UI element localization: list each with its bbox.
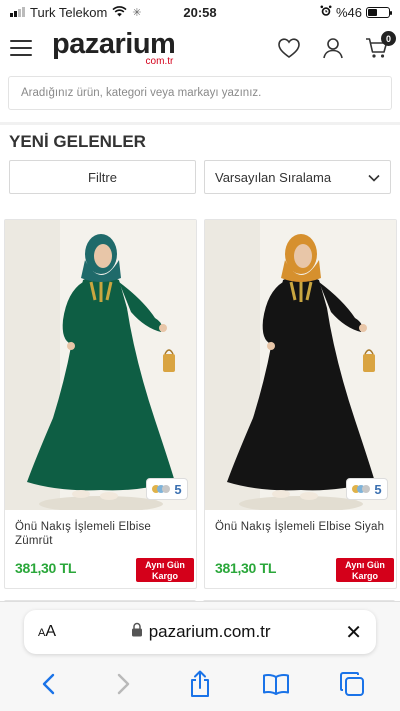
product-bottom: 381,30 TL Aynı Gün Kargo <box>5 552 196 588</box>
badge-line-2: Kargo <box>151 570 178 581</box>
search-container <box>0 72 400 118</box>
address-bar[interactable]: AAAA pazarium.com.tr ✕ <box>24 610 376 654</box>
product-name[interactable]: Önü Nakış İşlemeli Elbise Zümrüt <box>5 510 196 552</box>
tabs-icon[interactable] <box>332 669 372 699</box>
close-icon[interactable]: ✕ <box>345 620 362 645</box>
forward-icon[interactable] <box>104 669 144 699</box>
product-bottom: 381,30 TL Aynı Gün Kargo <box>205 552 396 588</box>
shoe-left <box>272 490 290 498</box>
search-input[interactable] <box>8 76 392 110</box>
signal-icon <box>10 7 25 17</box>
same-day-shipping-badge: Aynı Gün Kargo <box>136 558 194 582</box>
color-count: 5 <box>174 481 182 497</box>
status-bar: Turk Telekom ✳ 20:58 %46 <box>0 0 400 24</box>
bookmarks-icon[interactable] <box>256 669 296 699</box>
shoe-right <box>100 492 118 500</box>
battery-icon <box>366 6 392 18</box>
badge-line-1: Aynı Gün <box>345 560 385 570</box>
lock-icon <box>131 622 143 642</box>
logo-text: pazarium <box>52 27 176 60</box>
product-card[interactable]: 5 Önü Nakış İşlemeli Elbise Zümrüt 381,3… <box>4 219 197 589</box>
alarm-icon <box>320 5 332 20</box>
hand-left <box>267 342 275 350</box>
product-image[interactable]: 5 <box>205 220 396 510</box>
product-card[interactable]: 5 Önü Nakış İşlemeli Elbise Siyah 381,30… <box>204 219 397 589</box>
url-display[interactable]: pazarium.com.tr <box>131 622 271 642</box>
shoe-right <box>300 492 318 500</box>
browser-nav-bar <box>0 664 400 704</box>
color-swatch-icon <box>152 485 171 493</box>
product-name[interactable]: Önü Nakış İşlemeli Elbise Siyah <box>205 510 396 552</box>
badge-line-1: Aynı Gün <box>145 560 185 570</box>
hand-right <box>159 324 167 332</box>
list-controls: Filtre Varsayılan Sıralama <box>0 152 400 194</box>
handbag <box>363 354 375 372</box>
product-image[interactable]: 5 <box>5 220 196 510</box>
reader-options-button[interactable]: AAAA <box>38 623 56 641</box>
product-price: 381,30 TL <box>215 560 277 576</box>
face <box>94 244 112 268</box>
battery-percent: %46 <box>335 4 362 20</box>
status-right: %46 <box>320 4 392 20</box>
share-icon[interactable] <box>180 669 220 699</box>
carrier-name: Turk Telekom <box>30 4 108 20</box>
cart-icon[interactable]: 0 <box>364 31 396 61</box>
product-photo <box>205 220 396 510</box>
user-icon[interactable] <box>320 35 346 61</box>
color-count: 5 <box>374 481 382 497</box>
badge-line-2: Kargo <box>351 570 378 581</box>
hamburger-menu-icon[interactable] <box>10 40 32 56</box>
handbag <box>163 354 175 372</box>
same-day-shipping-badge: Aynı Gün Kargo <box>336 558 394 582</box>
logo-domain: com.tr <box>145 55 174 67</box>
shoe-left <box>72 490 90 498</box>
product-grid: 5 Önü Nakış İşlemeli Elbise Zümrüt 381,3… <box>0 194 400 589</box>
product-price: 381,30 TL <box>15 560 77 576</box>
back-icon[interactable] <box>28 669 68 699</box>
cart-count-badge: 0 <box>381 31 396 46</box>
site-logo[interactable]: pazarium com.tr <box>52 27 176 67</box>
sort-selected-value: Varsayılan Sıralama <box>215 169 332 185</box>
url-text: pazarium.com.tr <box>148 622 271 641</box>
color-swatch-icon <box>352 485 371 493</box>
activity-spinner-icon: ✳ <box>132 6 142 19</box>
face <box>294 244 312 268</box>
status-left: Turk Telekom ✳ <box>10 5 142 20</box>
chevron-down-icon <box>368 170 380 185</box>
hand-left <box>67 342 75 350</box>
hand-right <box>359 324 367 332</box>
wifi-icon <box>112 5 127 20</box>
color-options-badge[interactable]: 5 <box>346 478 388 500</box>
sort-select[interactable]: Varsayılan Sıralama <box>204 160 391 194</box>
browser-toolbar: AAAA pazarium.com.tr ✕ <box>0 601 400 711</box>
section-title: YENİ GELENLER <box>9 132 146 151</box>
site-header: pazarium com.tr 0 <box>0 24 400 72</box>
product-photo <box>5 220 196 510</box>
battery-fill <box>368 8 378 16</box>
filter-button[interactable]: Filtre <box>9 160 196 194</box>
header-icons: 0 <box>276 31 396 61</box>
status-time: 20:58 <box>183 4 217 20</box>
heart-icon[interactable] <box>276 35 302 61</box>
color-options-badge[interactable]: 5 <box>146 478 188 500</box>
